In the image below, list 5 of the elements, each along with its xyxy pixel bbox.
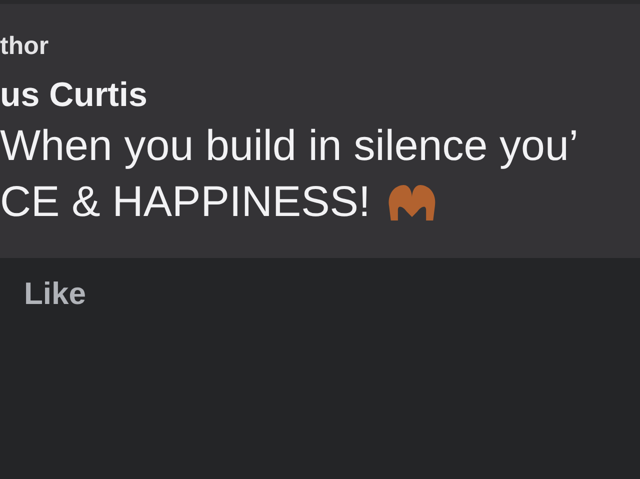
- comment-text: When you build in silence you’: [0, 121, 578, 172]
- author-name[interactable]: us Curtis: [0, 72, 640, 118]
- comment-text: CE & HAPPINESS!: [0, 177, 370, 228]
- author-label: thor: [0, 32, 49, 60]
- like-button[interactable]: Like: [24, 276, 86, 311]
